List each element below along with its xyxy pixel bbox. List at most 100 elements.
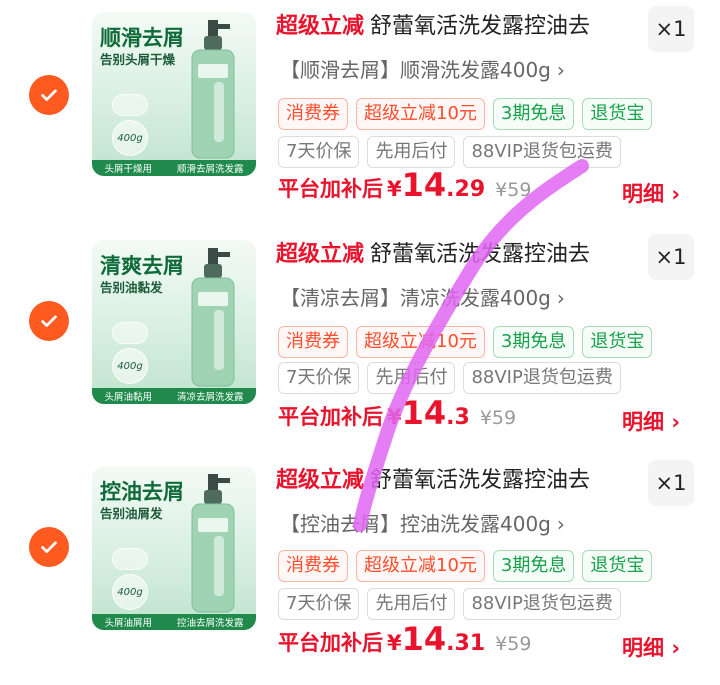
price-integer: 14 <box>401 394 447 432</box>
tag-pay-later: 先用后付 <box>367 136 456 168</box>
quantity-button[interactable]: ×1 <box>648 234 694 280</box>
image-label: 控油去屑洗发露 <box>176 618 244 629</box>
image-title: 控油去屑 <box>100 480 184 504</box>
tag-vip: 88VIP退货包运费 <box>463 362 621 394</box>
detail-link[interactable]: 明细 › <box>622 406 680 436</box>
spec-text: 【顺滑去屑】顺滑洗发露400g <box>280 58 551 82</box>
cart-item: 清爽去屑 告别油黏发 400g 头屑油黏用 清凉去屑洗发露 超级立减 舒蕾氧活洗发… <box>0 228 720 454</box>
price: 平台加补后 ¥ 14 .31 ¥59 <box>278 620 531 658</box>
chevron-right-icon: › <box>556 512 565 536</box>
product-name: 舒蕾氧活洗发露控油去 <box>370 468 591 493</box>
tag-row: 7天价保 先用后付 88VIP退货包运费 <box>278 588 621 620</box>
promo-label: 超级立减 <box>276 14 365 39</box>
tag-return: 退货宝 <box>582 550 653 582</box>
price-decimal: .29 <box>446 177 486 202</box>
tag-discount: 超级立减10元 <box>356 98 485 130</box>
tag-row: 消费券 超级立减10元 3期免息 退货宝 <box>278 326 653 358</box>
image-volume: 400g <box>112 574 148 610</box>
product-image[interactable]: 控油去屑 告别油屑发 400g 头屑油屑用 控油去屑洗发露 <box>92 466 256 630</box>
tag-price-protect: 7天价保 <box>278 362 360 394</box>
original-price: ¥59 <box>495 633 532 655</box>
tag-pay-later: 先用后付 <box>367 588 456 620</box>
image-label: 顺滑去屑洗发露 <box>176 164 244 175</box>
tag-vip: 88VIP退货包运费 <box>463 588 621 620</box>
quantity-button[interactable]: ×1 <box>648 6 694 52</box>
image-badge <box>112 322 148 344</box>
image-volume: 400g <box>112 120 148 156</box>
tag-discount: 超级立减10元 <box>356 326 485 358</box>
tag-coupon: 消费券 <box>278 326 348 358</box>
tag-coupon: 消费券 <box>278 98 348 130</box>
price-decimal: .3 <box>446 405 470 430</box>
chevron-right-icon: › <box>671 182 680 206</box>
price-label: 平台加补后 <box>278 405 383 429</box>
detail-label: 明细 <box>622 182 664 206</box>
image-footer: 头屑干燥用 顺滑去屑洗发露 <box>92 160 256 176</box>
detail-label: 明细 <box>622 636 664 660</box>
tag-coupon: 消费券 <box>278 550 348 582</box>
image-label: 清凉去屑洗发露 <box>176 392 244 403</box>
product-title[interactable]: 超级立减 舒蕾氧活洗发露控油去 <box>276 10 636 44</box>
spec-selector[interactable]: 【控油去屑】控油洗发露400g › <box>280 510 565 538</box>
promo-label: 超级立减 <box>276 242 365 267</box>
cart-item: 顺滑去屑 告别头屑干燥 400g 头屑干燥用 顺滑去屑洗发露 超级立减 舒蕾氧活洗… <box>0 0 720 226</box>
price-integer: 14 <box>401 620 447 658</box>
tag-row: 消费券 超级立减10元 3期免息 退货宝 <box>278 550 653 582</box>
item-checkbox[interactable] <box>29 75 69 115</box>
image-subtitle: 告别油屑发 <box>100 506 163 521</box>
tag-discount: 超级立减10元 <box>356 550 485 582</box>
tag-vip: 88VIP退货包运费 <box>463 136 621 168</box>
price-currency: ¥ <box>387 631 402 655</box>
price-label: 平台加补后 <box>278 631 383 655</box>
product-name: 舒蕾氧活洗发露控油去 <box>370 242 591 267</box>
image-label: 头屑油屑用 <box>104 618 152 629</box>
cart-item: 控油去屑 告别油屑发 400g 头屑油屑用 控油去屑洗发露 超级立减 舒蕾氧活洗发… <box>0 454 720 680</box>
product-title[interactable]: 超级立减 舒蕾氧活洗发露控油去 <box>276 238 636 272</box>
item-checkbox[interactable] <box>29 301 69 341</box>
price-label: 平台加补后 <box>278 177 383 201</box>
check-icon <box>41 315 57 327</box>
image-label: 头屑干燥用 <box>104 164 152 175</box>
image-badge <box>112 94 148 116</box>
product-image[interactable]: 顺滑去屑 告别头屑干燥 400g 头屑干燥用 顺滑去屑洗发露 <box>92 12 256 176</box>
tag-row: 7天价保 先用后付 88VIP退货包运费 <box>278 136 621 168</box>
tag-price-protect: 7天价保 <box>278 136 360 168</box>
price-integer: 14 <box>401 166 447 204</box>
spec-selector[interactable]: 【清凉去屑】清凉洗发露400g › <box>280 284 565 312</box>
image-footer: 头屑油黏用 清凉去屑洗发露 <box>92 388 256 404</box>
product-title[interactable]: 超级立减 舒蕾氧活洗发露控油去 <box>276 464 636 498</box>
spec-selector[interactable]: 【顺滑去屑】顺滑洗发露400g › <box>280 56 565 84</box>
image-title: 清爽去屑 <box>100 254 184 278</box>
tag-return: 退货宝 <box>582 98 653 130</box>
tag-installment: 3期免息 <box>492 550 575 582</box>
image-label: 头屑油黏用 <box>104 392 152 403</box>
tag-row: 消费券 超级立减10元 3期免息 退货宝 <box>278 98 653 130</box>
check-icon <box>41 89 57 101</box>
detail-label: 明细 <box>622 410 664 434</box>
tag-price-protect: 7天价保 <box>278 588 360 620</box>
detail-link[interactable]: 明细 › <box>622 632 680 662</box>
detail-link[interactable]: 明细 › <box>622 178 680 208</box>
promo-label: 超级立减 <box>276 468 365 493</box>
image-footer: 头屑油屑用 控油去屑洗发露 <box>92 614 256 630</box>
tag-row: 7天价保 先用后付 88VIP退货包运费 <box>278 362 621 394</box>
chevron-right-icon: › <box>556 286 565 310</box>
image-title: 顺滑去屑 <box>100 26 184 50</box>
product-image[interactable]: 清爽去屑 告别油黏发 400g 头屑油黏用 清凉去屑洗发露 <box>92 240 256 404</box>
price-currency: ¥ <box>387 177 402 201</box>
image-volume: 400g <box>112 348 148 384</box>
bottle-illustration <box>191 248 235 387</box>
image-subtitle: 告别油黏发 <box>100 280 163 295</box>
bottle-illustration <box>191 474 235 613</box>
chevron-right-icon: › <box>671 410 680 434</box>
image-badge <box>112 548 148 570</box>
quantity-button[interactable]: ×1 <box>648 460 694 506</box>
product-name: 舒蕾氧活洗发露控油去 <box>370 14 591 39</box>
tag-installment: 3期免息 <box>492 98 575 130</box>
price-currency: ¥ <box>387 405 402 429</box>
bottle-illustration <box>191 20 235 159</box>
price: 平台加补后 ¥ 14 .3 ¥59 <box>278 394 516 432</box>
item-checkbox[interactable] <box>29 527 69 567</box>
tag-pay-later: 先用后付 <box>367 362 456 394</box>
original-price: ¥59 <box>479 407 517 429</box>
